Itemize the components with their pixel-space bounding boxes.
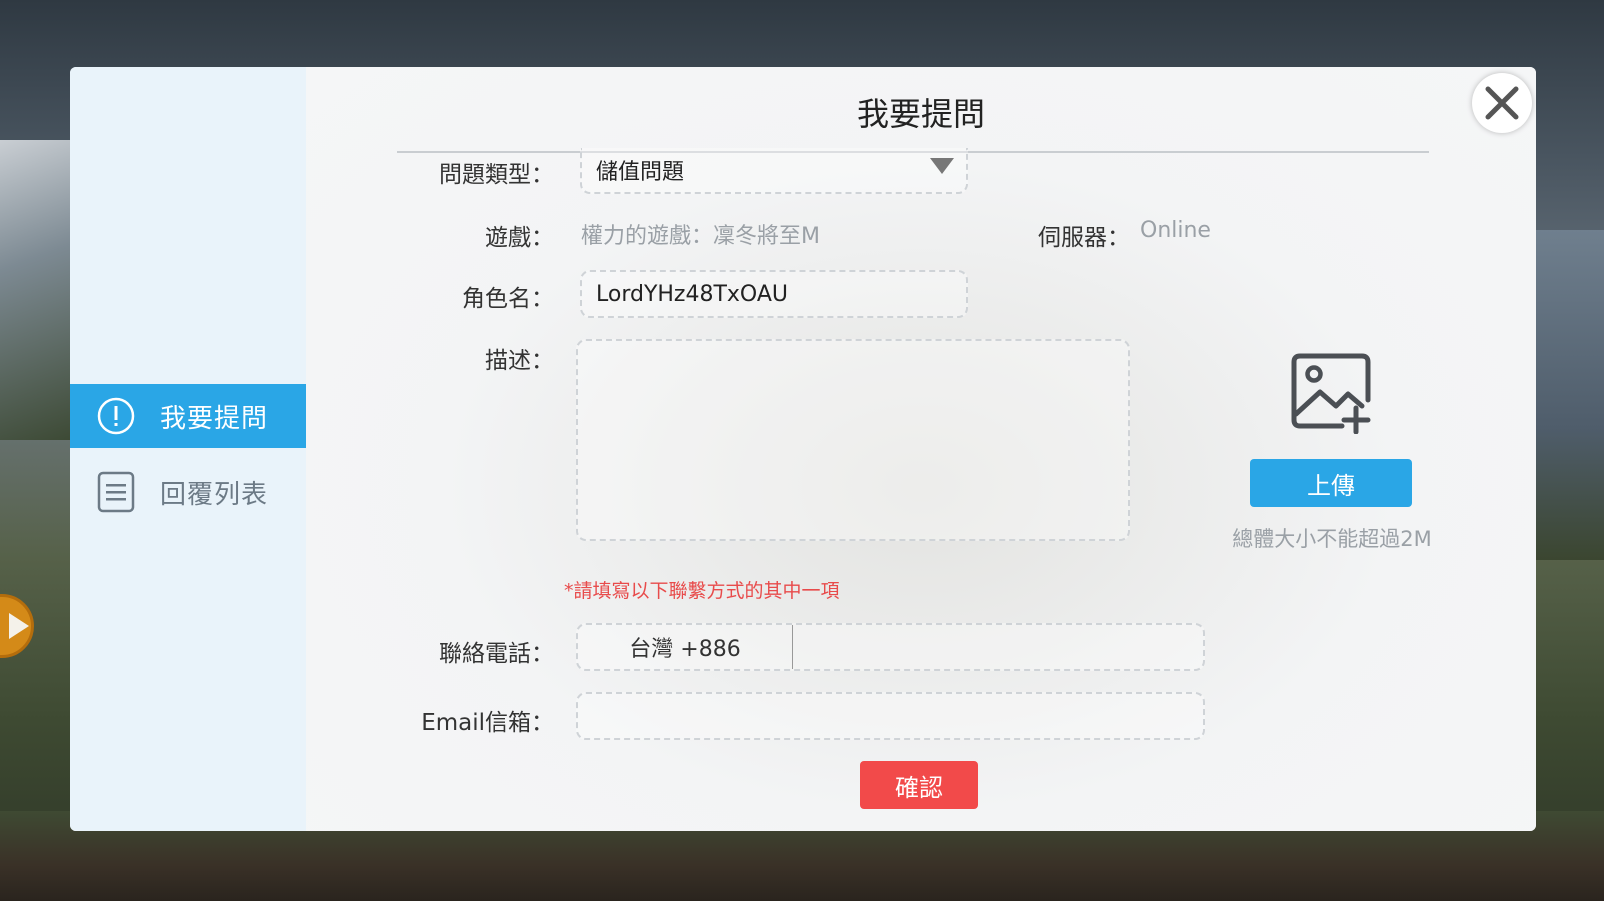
upload-button[interactable]: 上傳 [1250,459,1412,507]
add-image-icon[interactable] [1290,352,1372,435]
close-button[interactable] [1472,73,1532,133]
phone-label: 聯絡電話： [439,641,554,667]
character-name-value: LordYHz48TxOAU [596,281,789,307]
confirm-button[interactable]: 確認 [860,761,978,809]
sidebar-item-label: 我要提問 [160,403,269,434]
close-icon [1485,86,1519,120]
sidebar-item-label: 回覆列表 [160,479,269,510]
game-value: 權力的遊戲：凜冬將至M [581,224,820,249]
sidebar: 我要提問 回覆列表 [70,67,306,831]
question-type-label: 問題類型： [439,162,554,188]
description-textarea[interactable] [576,339,1130,541]
side-expand-arrow-icon[interactable] [0,594,34,658]
sidebar-item-ask-question[interactable]: 我要提問 [70,384,306,448]
phone-country-code-select[interactable]: 台灣 +886 [578,625,793,669]
game-label: 遊戲： [485,225,554,251]
server-label: 伺服器： [1038,225,1130,251]
character-name-field[interactable]: LordYHz48TxOAU [580,270,968,318]
email-field[interactable] [576,692,1205,740]
dialog-title: 我要提問 [856,95,985,133]
description-label: 描述： [485,348,554,374]
exclamation-circle-icon [96,396,136,436]
sidebar-item-reply-list[interactable]: 回覆列表 [70,460,306,524]
question-type-value: 儲值問題 [596,160,685,185]
phone-field[interactable]: 台灣 +886 [576,623,1205,671]
background-mountain [0,140,70,440]
server-value: Online [1140,218,1211,243]
character-name-label: 角色名： [462,286,554,312]
background-lake [1534,230,1604,560]
email-label: Email信箱： [421,710,554,736]
upload-size-note: 總體大小不能超過2M [1232,527,1432,551]
chevron-down-icon [930,158,954,174]
list-document-icon [96,471,136,513]
contact-required-note: *請填寫以下聯繫方式的其中一項 [564,580,840,602]
question-type-select[interactable]: 儲值問題 [580,148,968,194]
